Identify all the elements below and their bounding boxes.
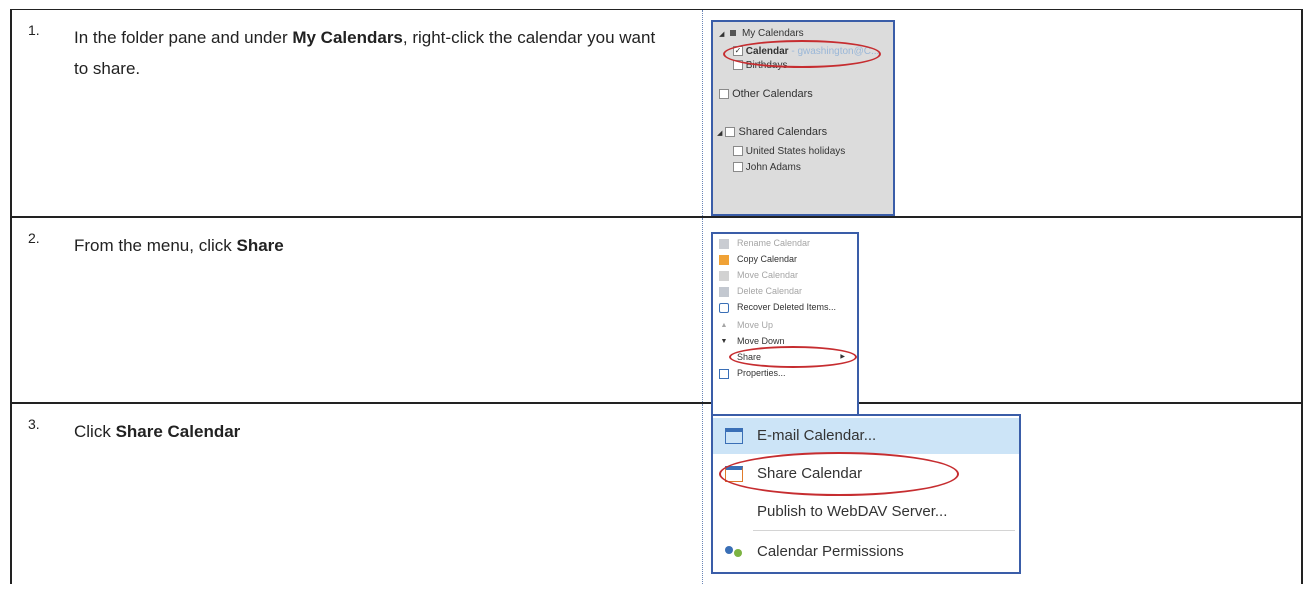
expand-arrow-icon[interactable]: ◢ — [717, 130, 722, 137]
share-submenu-screenshot: E-mail Calendar... Share Calendar Publis… — [711, 414, 1021, 574]
us-holidays-item[interactable]: United States holidays — [733, 146, 845, 157]
highlight-oval — [729, 346, 857, 368]
instruction-text: From the menu, click — [74, 236, 237, 255]
group-label: My Calendars — [741, 28, 804, 39]
john-adams-item[interactable]: John Adams — [733, 162, 801, 173]
partial-check-icon — [730, 30, 737, 37]
checkbox-icon[interactable] — [719, 89, 729, 100]
step-row-2: 2. From the menu, click Share Rename Cal… — [10, 217, 1303, 416]
menu-item-move[interactable]: Move Calendar — [719, 268, 798, 282]
menu-label: Publish to WebDAV Server... — [757, 503, 948, 520]
people-icon — [725, 544, 745, 560]
step-1-image-cell: ◢ My Calendars ✓ Calendar - gwashington@… — [702, 9, 1303, 218]
highlight-oval — [723, 40, 881, 68]
menu-item-rename[interactable]: Rename Calendar — [719, 236, 810, 250]
rename-icon — [719, 238, 729, 249]
checkbox-icon[interactable] — [733, 146, 743, 157]
move-icon — [719, 270, 729, 281]
menu-item-recover[interactable]: Recover Deleted Items... — [719, 300, 836, 314]
highlight-oval — [719, 452, 959, 496]
up-arrow-icon: ▲ — [720, 321, 728, 329]
context-menu-screenshot: Rename Calendar Copy Calendar Move Calen… — [711, 232, 859, 416]
checkbox-icon[interactable] — [733, 162, 743, 173]
menu-item-publish-webdav[interactable]: Publish to WebDAV Server... — [713, 494, 1019, 530]
john-adams-label: John Adams — [745, 162, 801, 173]
steps-table: 1. In the folder pane and under My Calen… — [10, 9, 1303, 584]
instruction-bold: My Calendars — [292, 28, 403, 47]
step-3-text-cell: 3. Click Share Calendar — [10, 403, 703, 584]
menu-item-email-calendar[interactable]: E-mail Calendar... — [713, 418, 1019, 454]
menu-label: Move Up — [737, 320, 774, 330]
step-instruction: From the menu, click Share — [74, 230, 674, 261]
menu-label: E-mail Calendar... — [757, 427, 877, 444]
group-label: Shared Calendars — [738, 126, 828, 138]
menu-label: Recover Deleted Items... — [737, 302, 837, 312]
menu-label: Calendar Permissions — [757, 543, 904, 560]
menu-item-copy[interactable]: Copy Calendar — [719, 252, 797, 266]
menu-label: Move Calendar — [737, 270, 799, 280]
folder-pane-screenshot: ◢ My Calendars ✓ Calendar - gwashington@… — [711, 20, 895, 216]
menu-divider — [753, 530, 1015, 531]
blank-icon — [719, 353, 729, 363]
menu-label: Delete Calendar — [737, 286, 803, 296]
step-1-text-cell: 1. In the folder pane and under My Calen… — [10, 9, 703, 218]
properties-icon — [719, 368, 729, 379]
step-row-3: 3. Click Share Calendar E-mail Calendar.… — [10, 403, 1303, 584]
step-3-image-cell: E-mail Calendar... Share Calendar Publis… — [702, 403, 1303, 584]
menu-label: Properties... — [737, 368, 786, 378]
shared-calendars-group[interactable]: ◢ Shared Calendars — [717, 126, 827, 138]
copy-icon — [719, 254, 729, 265]
delete-icon — [719, 286, 729, 297]
step-2-text-cell: 2. From the menu, click Share — [10, 217, 703, 404]
menu-label: Rename Calendar — [737, 238, 811, 248]
menu-label: Copy Calendar — [737, 254, 798, 264]
instruction-text: Click — [74, 422, 116, 441]
step-row-1: 1. In the folder pane and under My Calen… — [10, 9, 1303, 218]
menu-label: Move Down — [737, 336, 785, 346]
step-number: 1. — [28, 22, 40, 38]
us-holidays-label: United States holidays — [745, 146, 846, 157]
down-arrow-icon: ▼ — [720, 337, 728, 345]
step-instruction: Click Share Calendar — [74, 416, 674, 447]
my-calendars-group[interactable]: ◢ My Calendars — [719, 28, 804, 39]
expand-arrow-icon[interactable]: ◢ — [719, 31, 724, 38]
instruction-bold: Share — [236, 236, 284, 255]
email-calendar-icon — [725, 428, 743, 444]
step-2-image-cell: Rename Calendar Copy Calendar Move Calen… — [702, 217, 1303, 416]
menu-item-calendar-permissions[interactable]: Calendar Permissions — [713, 534, 1019, 570]
recycle-bin-icon — [719, 302, 729, 313]
step-number: 2. — [28, 230, 40, 246]
instruction-bold: Share Calendar — [115, 422, 241, 441]
step-instruction: In the folder pane and under My Calendar… — [74, 22, 674, 84]
step-number: 3. — [28, 416, 40, 432]
other-calendars-group[interactable]: Other Calendars — [719, 88, 813, 100]
menu-item-delete[interactable]: Delete Calendar — [719, 284, 802, 298]
menu-item-move-up[interactable]: ▲ Move Up — [719, 318, 773, 332]
instruction-text: In the folder pane and under — [74, 28, 293, 47]
checkbox-icon[interactable] — [725, 127, 736, 138]
group-label: Other Calendars — [732, 88, 813, 100]
menu-item-properties[interactable]: Properties... — [719, 366, 786, 380]
